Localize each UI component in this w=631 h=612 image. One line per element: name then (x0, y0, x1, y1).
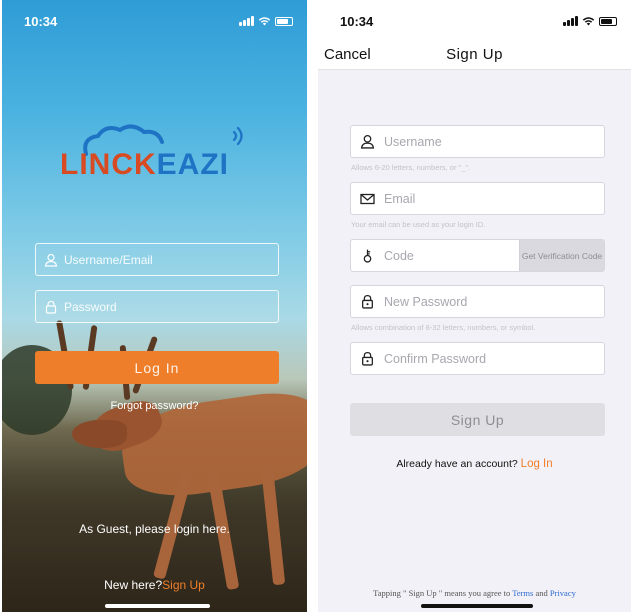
status-time: 10:34 (340, 13, 374, 29)
sign-up-link[interactable]: Sign Up (162, 578, 205, 592)
cellular-signal-icon (239, 16, 254, 26)
user-icon (360, 134, 375, 149)
password-input[interactable]: Password (35, 290, 279, 323)
confirm-password-input[interactable]: Confirm Password (350, 342, 605, 375)
email-input[interactable]: Email (350, 182, 605, 215)
username-email-input[interactable]: Username/Email (35, 243, 279, 276)
username-input[interactable]: Username (350, 125, 605, 158)
confirm-password-placeholder: Confirm Password (384, 351, 487, 366)
deer-head (72, 420, 127, 448)
already-text: Already have an account? (396, 458, 518, 470)
username-placeholder: Username/Email (64, 252, 153, 267)
username-hint: Allows 6-20 letters, numbers, or "_". (351, 163, 471, 172)
terms-link[interactable]: Terms (512, 588, 533, 598)
new-password-placeholder: New Password (384, 294, 468, 309)
screenshot-pair: 10:34 LINCKEAZI Username/Email Password (0, 0, 631, 612)
lock-icon (362, 351, 373, 366)
username-placeholder: Username (384, 134, 442, 149)
status-time: 10:34 (24, 13, 58, 29)
logo-text-left: LINCK (60, 148, 157, 181)
lock-icon (362, 294, 373, 309)
background-field (2, 482, 307, 612)
logo-text-right: EAZI (156, 148, 229, 181)
wifi-icon (582, 17, 595, 26)
terms-notice: Tapping " Sign Up " means you agree to T… (318, 588, 631, 598)
terms-text: Tapping " Sign Up " means you agree to (373, 588, 511, 598)
get-verification-code-button[interactable]: Get Verification Code (519, 240, 604, 271)
battery-icon (599, 16, 617, 26)
verification-code-input[interactable]: Code Get Verification Code (350, 239, 605, 272)
code-placeholder: Code (384, 248, 414, 263)
already-have-account-row: Already have an account? Log In (318, 458, 631, 470)
log-in-link[interactable]: Log In (521, 458, 553, 470)
user-icon (44, 253, 58, 267)
cancel-button[interactable]: Cancel (324, 46, 371, 63)
new-here-row: New here?Sign Up (2, 578, 307, 592)
status-bar: 10:34 (340, 12, 617, 30)
login-button[interactable]: Log In (35, 351, 279, 384)
lock-icon (45, 300, 57, 314)
wifi-icon (258, 17, 271, 26)
privacy-link[interactable]: Privacy (550, 588, 576, 598)
sign-up-button[interactable]: Sign Up (350, 403, 605, 436)
email-hint: Your email can be used as your login ID. (351, 220, 486, 229)
signup-screen: 10:34 Sign Up Cancel Username Allows 6-2… (318, 0, 631, 612)
key-icon (363, 249, 372, 263)
password-placeholder: Password (64, 299, 117, 314)
new-password-hint: Allows combination of 8-32 letters, numb… (351, 323, 536, 332)
linckeazi-logo: LINCKEAZI (58, 122, 258, 182)
status-bar: 10:34 (24, 12, 293, 30)
cellular-signal-icon (563, 16, 578, 26)
email-placeholder: Email (384, 191, 416, 206)
envelope-icon (360, 193, 375, 204)
forgot-password-link[interactable]: Forgot password? (2, 400, 307, 412)
new-password-input[interactable]: New Password (350, 285, 605, 318)
terms-and: and (535, 588, 548, 598)
guest-login-link[interactable]: As Guest, please login here. (2, 522, 307, 536)
new-here-text: New here? (104, 578, 163, 592)
battery-icon (275, 16, 293, 26)
home-indicator (421, 604, 533, 608)
login-screen: 10:34 LINCKEAZI Username/Email Password (2, 0, 307, 612)
home-indicator (105, 604, 210, 608)
